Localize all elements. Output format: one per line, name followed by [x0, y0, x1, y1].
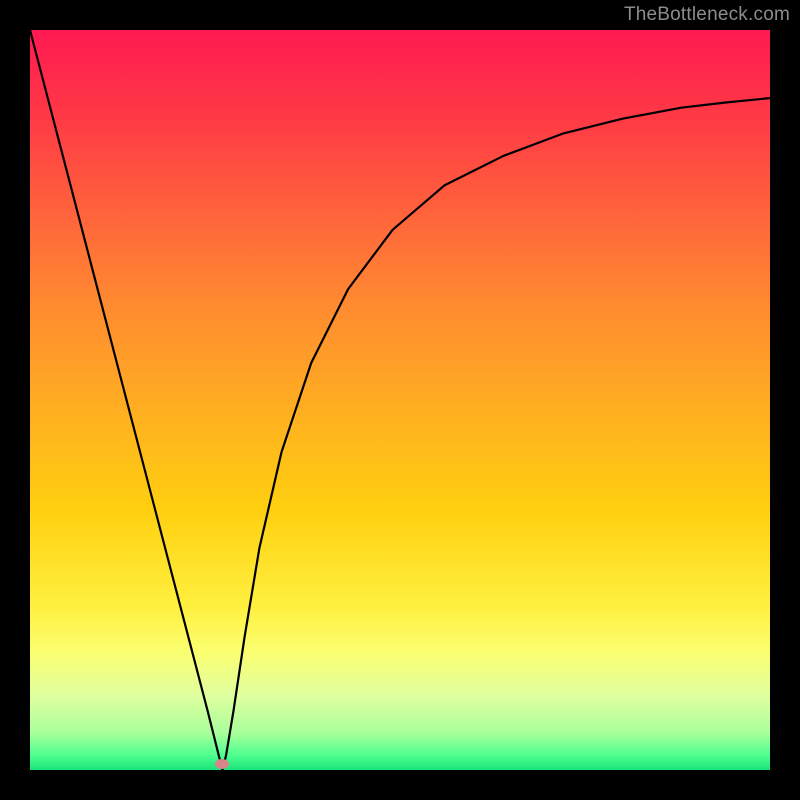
plot-area — [30, 30, 770, 770]
bottleneck-curve — [30, 30, 770, 770]
curve-svg — [30, 30, 770, 770]
watermark-text: TheBottleneck.com — [624, 4, 790, 26]
chart-frame: TheBottleneck.com — [0, 0, 800, 800]
